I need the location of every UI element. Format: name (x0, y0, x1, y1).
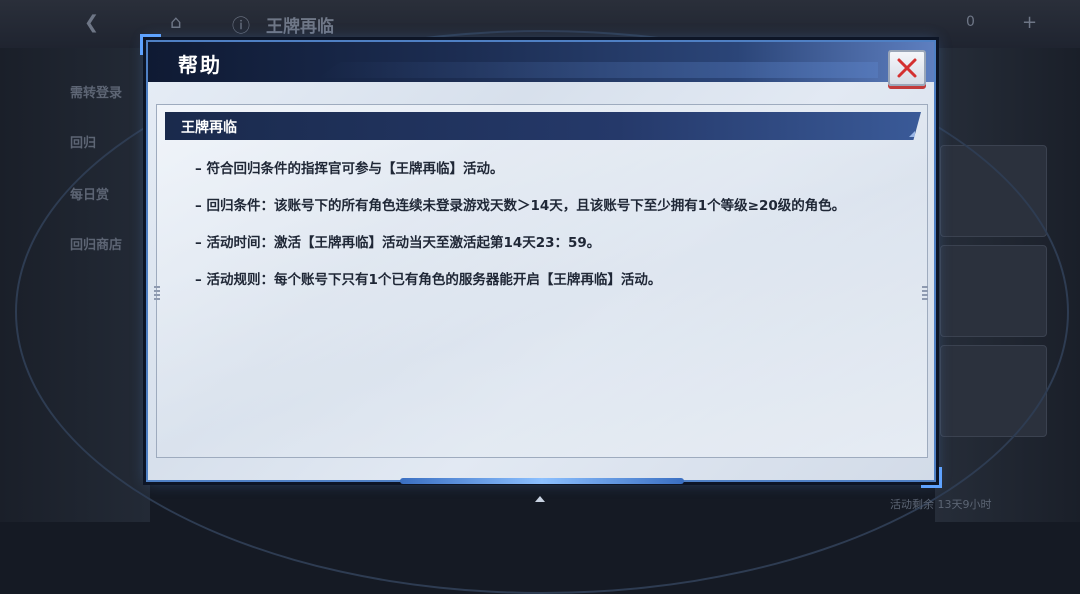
currency-counter: 0 (966, 14, 975, 30)
background-left-item: 回归 (70, 136, 97, 151)
scroll-up-arrow-icon (535, 496, 545, 502)
add-icon[interactable]: + (1022, 12, 1037, 33)
home-icon[interactable]: ⌂ (170, 12, 181, 33)
bottom-glow-bar (400, 478, 684, 484)
help-content-panel: 王牌再临 – 符合回归条件的指挥官可参与【王牌再临】活动。 – 回归条件：该账号… (156, 104, 928, 458)
background-page-title: 王牌再临 (266, 17, 334, 37)
help-dialog: 帮助 王牌再临 – 符合回归条件的指挥官可参与【王牌再临】活动。 – 回归条件：… (140, 34, 942, 488)
info-icon[interactable]: ⓘ (232, 12, 250, 38)
rule-item: – 符合回归条件的指挥官可参与【王牌再临】活动。 (195, 161, 504, 177)
left-grip-decoration (154, 286, 160, 302)
section-header: 王牌再临 (165, 112, 921, 140)
dialog-header: 帮助 (148, 42, 934, 82)
section-title: 王牌再临 (181, 120, 237, 136)
rule-item: – 回归条件：该账号下的所有角色连续未登录游戏天数＞14天，且该账号下至少拥有1… (195, 198, 846, 214)
close-button[interactable] (888, 50, 926, 86)
close-x-icon (897, 58, 917, 78)
rule-item: – 活动时间：激活【王牌再临】活动当天至激活起第14天23：59。 (195, 235, 601, 251)
background-left-item: 需转登录 (70, 86, 123, 101)
rules-list: – 符合回归条件的指挥官可参与【王牌再临】活动。 – 回归条件：该账号下的所有角… (195, 159, 845, 307)
back-arrow-icon[interactable]: ❮ (84, 12, 99, 33)
header-decoration (318, 62, 878, 78)
right-grip-decoration (922, 286, 928, 302)
dialog-title: 帮助 (178, 53, 222, 77)
rule-item: – 活动规则：每个账号下只有1个已有角色的服务器能开启【王牌再临】活动。 (195, 272, 662, 288)
background-timer-text: 活动剩余 13天9小时 (890, 498, 992, 511)
